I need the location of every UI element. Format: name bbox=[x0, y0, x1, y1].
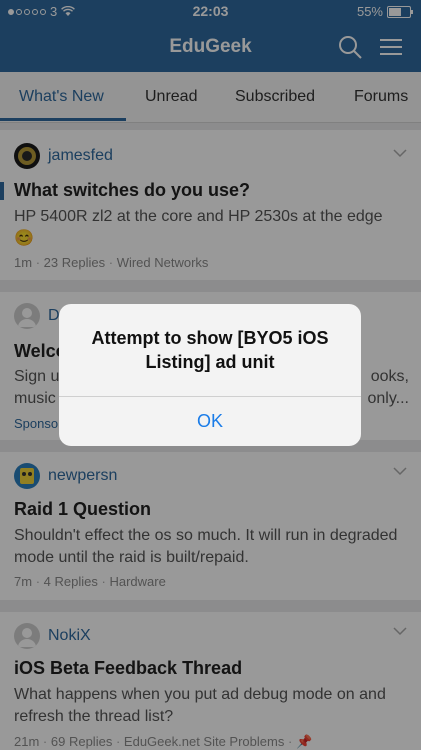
alert-dialog: Attempt to show [BYO5 iOS Listing] ad un… bbox=[59, 304, 361, 446]
ok-button[interactable]: OK bbox=[59, 396, 361, 446]
alert-message: Attempt to show [BYO5 iOS Listing] ad un… bbox=[91, 328, 329, 372]
